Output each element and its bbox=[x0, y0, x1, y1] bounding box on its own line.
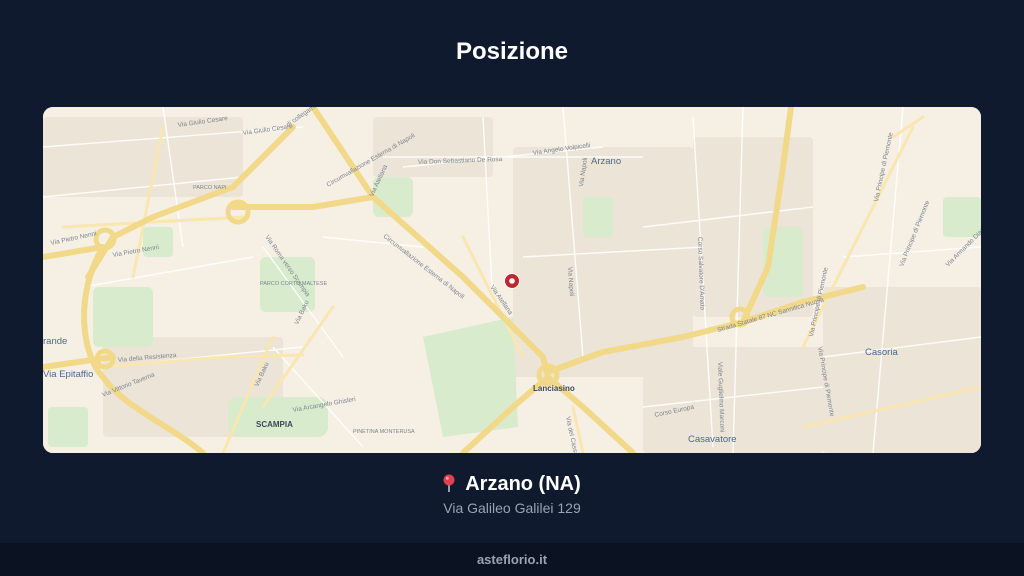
svg-text:PINETINA MONTERUSA: PINETINA MONTERUSA bbox=[353, 429, 415, 435]
footer-brand[interactable]: asteflorio.it bbox=[477, 552, 547, 567]
svg-text:SCAMPIA: SCAMPIA bbox=[256, 420, 293, 429]
location-heading: Arzano (NA) bbox=[0, 473, 1024, 496]
map-view[interactable]: Circumvallazione Esterna di Napoli Circu… bbox=[43, 107, 981, 453]
svg-text:Arzano: Arzano bbox=[591, 156, 621, 167]
svg-text:Casavatore: Casavatore bbox=[688, 434, 737, 445]
svg-text:Via Epitaffio: Via Epitaffio bbox=[43, 369, 93, 380]
svg-text:Casoria: Casoria bbox=[865, 347, 898, 358]
round-pushpin-icon bbox=[443, 474, 455, 492]
svg-text:rande: rande bbox=[43, 336, 67, 347]
location-address: Via Galileo Galilei 129 bbox=[443, 500, 581, 516]
location-marker-icon[interactable] bbox=[504, 273, 520, 289]
location-city: Arzano (NA) bbox=[465, 473, 581, 495]
svg-text:PARCO CORTO MALTESE: PARCO CORTO MALTESE bbox=[260, 281, 327, 287]
page-title: Posizione bbox=[455, 38, 569, 65]
svg-text:PARCO NAPI: PARCO NAPI bbox=[193, 185, 227, 191]
svg-text:Lanciasino: Lanciasino bbox=[533, 384, 575, 393]
footer: asteflorio.it bbox=[0, 543, 1024, 576]
map-canvas[interactable]: Circumvallazione Esterna di Napoli Circu… bbox=[43, 107, 981, 453]
